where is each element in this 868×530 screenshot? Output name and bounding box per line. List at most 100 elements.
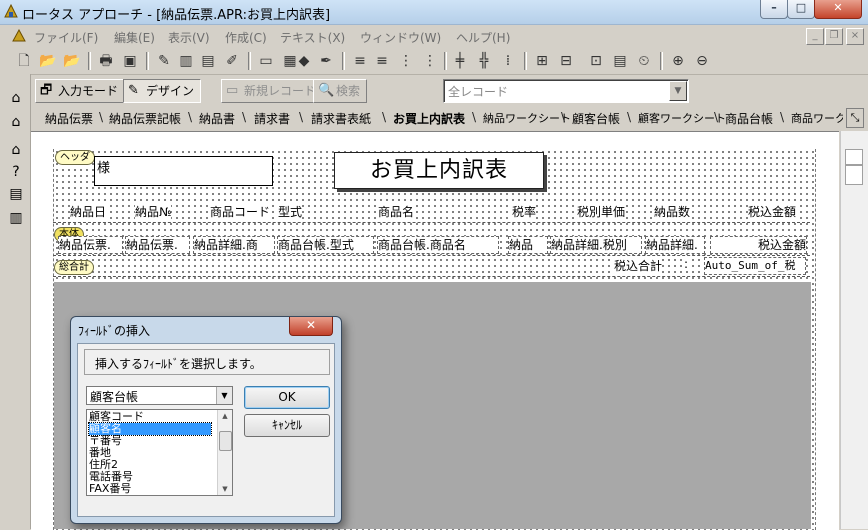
minimize-button[interactable]: – [760, 0, 788, 19]
group-icon[interactable]: ⊞ [532, 51, 552, 71]
report-icon[interactable]: ▥ [5, 208, 27, 228]
field-box[interactable]: 税込金額 [710, 236, 807, 254]
shape-color-icon[interactable]: ◆ [294, 51, 314, 71]
house-icon[interactable]: ⌂ [5, 140, 27, 160]
menu-file[interactable]: ファイル(F) [34, 29, 98, 46]
column-header[interactable]: 商品コード [210, 203, 271, 220]
menu-view[interactable]: 表示(V) [168, 29, 210, 46]
total-sum-field[interactable]: Auto_Sum_of_税 [704, 257, 806, 275]
customer-name-field[interactable]: 様 [94, 156, 273, 186]
ungroup-icon[interactable]: ⊟ [556, 51, 576, 71]
browse-icon[interactable]: ⌂ [5, 112, 27, 132]
tab-kokyaku-worksheet[interactable]: 顧客ワークシート [638, 110, 726, 126]
close-button[interactable]: ✕ [814, 0, 862, 19]
field-box[interactable]: 納品詳細.税別 [550, 236, 642, 254]
macro-icon[interactable]: ⏲ [634, 51, 654, 71]
app-icon[interactable] [4, 3, 18, 18]
ok-button[interactable]: OK [244, 386, 330, 409]
insert-field-icon[interactable]: ⊡ [586, 51, 606, 71]
search-button[interactable]: 🔍 検索 [313, 79, 368, 103]
dialog-close-button[interactable]: ✕ [289, 317, 333, 336]
tab-okaiage-uchiwake[interactable]: お買上内訳表 [393, 110, 465, 127]
field-box[interactable]: 商品台帳.商品名 [377, 236, 499, 254]
list-scroll-thumb[interactable] [219, 431, 232, 451]
line-color-icon[interactable]: ✒ [316, 51, 336, 71]
design-button[interactable]: ✎ デザイン [123, 79, 202, 103]
tab-shohin-worksheet[interactable]: 商品ワークシート [791, 110, 843, 126]
scroll-thumb[interactable] [845, 165, 863, 185]
total-label[interactable]: 税込合計 [614, 257, 663, 274]
chevron-down-icon[interactable]: ▼ [218, 483, 232, 495]
scroll-up-button[interactable] [845, 149, 863, 165]
tab-scroll-button[interactable]: ⤡ [846, 108, 864, 128]
pen-icon[interactable]: ✎ [154, 51, 174, 71]
crosstab-icon[interactable]: ▤ [198, 51, 218, 71]
open-folder-icon[interactable]: 📂 [62, 51, 82, 71]
help-icon[interactable]: ? [5, 162, 27, 182]
field-box[interactable]: 納品詳細. [645, 236, 705, 254]
preview-icon[interactable]: ▣ [120, 51, 140, 71]
mdi-close-button[interactable]: × [846, 28, 864, 45]
align-cross-icon[interactable]: ╬ [474, 51, 494, 71]
print-icon[interactable]: 🖶 [96, 51, 116, 71]
chart-icon[interactable]: ▥ [176, 51, 196, 71]
menu-create[interactable]: 作成(C) [225, 29, 267, 46]
column-header[interactable]: 税率 [512, 203, 537, 220]
home-icon[interactable]: ⌂ [5, 88, 27, 108]
tab-kokyaku-daicho[interactable]: 顧客台帳 [572, 110, 620, 127]
band-total[interactable]: 総合計 [54, 260, 94, 275]
open-icon[interactable]: 📂 [38, 51, 58, 71]
column-header[interactable]: 納品№ [135, 203, 172, 220]
report-title[interactable]: お買上内訳表 [334, 152, 544, 189]
cancel-button[interactable]: ｷｬﾝｾﾙ [244, 414, 330, 437]
new-record-button[interactable]: ▭ 新規レコード [221, 79, 324, 103]
menu-help[interactable]: ヘルプ(H) [456, 29, 510, 46]
field-box[interactable]: 納品詳細.商 [193, 236, 275, 254]
column-header[interactable]: 税込金額 [748, 203, 797, 220]
list-scrollbar[interactable]: ▲ ▼ [217, 410, 232, 495]
tab-nouhin-denpyo-kicho[interactable]: 納品伝票記帳 [109, 110, 181, 127]
column-header[interactable]: 税別単価 [577, 203, 626, 220]
field-list[interactable]: 顧客コード 顧客名 〒番号 番地 住所2 電話番号 FAX番号 ▲ ▼ [86, 409, 233, 496]
tab-nouhinsho[interactable]: 納品書 [199, 110, 235, 127]
menu-text[interactable]: テキスト(X) [280, 29, 345, 46]
worksheet-icon[interactable]: ▤ [5, 184, 27, 204]
field-box[interactable]: 商品台帳.型式 [277, 236, 374, 254]
chevron-down-icon[interactable]: ▼ [669, 81, 687, 101]
column-header[interactable]: 商品名 [378, 203, 415, 220]
new-icon[interactable]: 🗋 [14, 51, 34, 71]
calendar-icon[interactable]: ▤ [610, 51, 630, 71]
vertical-scrollbar[interactable] [840, 131, 868, 529]
spacing-vertical-icon[interactable]: ⋮ [420, 51, 440, 71]
doc-icon[interactable] [12, 28, 26, 43]
table-select[interactable]: 顧客台帳 ▼ [86, 386, 233, 405]
chevron-down-icon[interactable]: ▼ [216, 387, 232, 404]
align-horizontal-icon[interactable]: ╪ [450, 51, 470, 71]
mdi-restore-button[interactable]: ❐ [825, 28, 843, 45]
tab-seikyusho-hyoshi[interactable]: 請求書表紙 [311, 110, 371, 127]
maximize-button[interactable]: □ [787, 0, 815, 19]
align-center-icon[interactable]: ≡ [372, 51, 392, 71]
list-item[interactable]: FAX番号 [89, 483, 211, 495]
field-icon[interactable]: ▭ [256, 51, 276, 71]
band-header[interactable]: ヘッダ [55, 150, 95, 165]
tab-seikyusho[interactable]: 請求書 [254, 110, 290, 127]
field-box[interactable]: 納品伝票. [58, 236, 123, 254]
record-filter-select[interactable]: 全レコード ▼ [443, 79, 689, 103]
spacing-icon[interactable]: ⋮ [396, 51, 416, 71]
field-box[interactable]: 納品伝票. [125, 236, 190, 254]
tab-shohin-daicho[interactable]: 商品台帳 [725, 110, 773, 127]
column-header[interactable]: 納品日 [70, 203, 107, 220]
column-header[interactable]: 型式 [278, 203, 303, 220]
chevron-up-icon[interactable]: ▲ [218, 410, 232, 422]
draw-icon[interactable]: ✐ [222, 51, 242, 71]
mdi-minimize-button[interactable]: _ [806, 28, 824, 45]
align-left-icon[interactable]: ≡ [350, 51, 370, 71]
menu-window[interactable]: ウィンドウ(W) [360, 29, 441, 46]
grid-icon[interactable]: ⁞ [498, 51, 518, 71]
zoom-in-icon[interactable]: ⊕ [668, 51, 688, 71]
input-mode-button[interactable]: 🗗 入力モード [35, 79, 126, 103]
zoom-out-icon[interactable]: ⊖ [692, 51, 712, 71]
column-header[interactable]: 納品数 [654, 203, 691, 220]
field-box[interactable]: 納品 [508, 236, 548, 254]
